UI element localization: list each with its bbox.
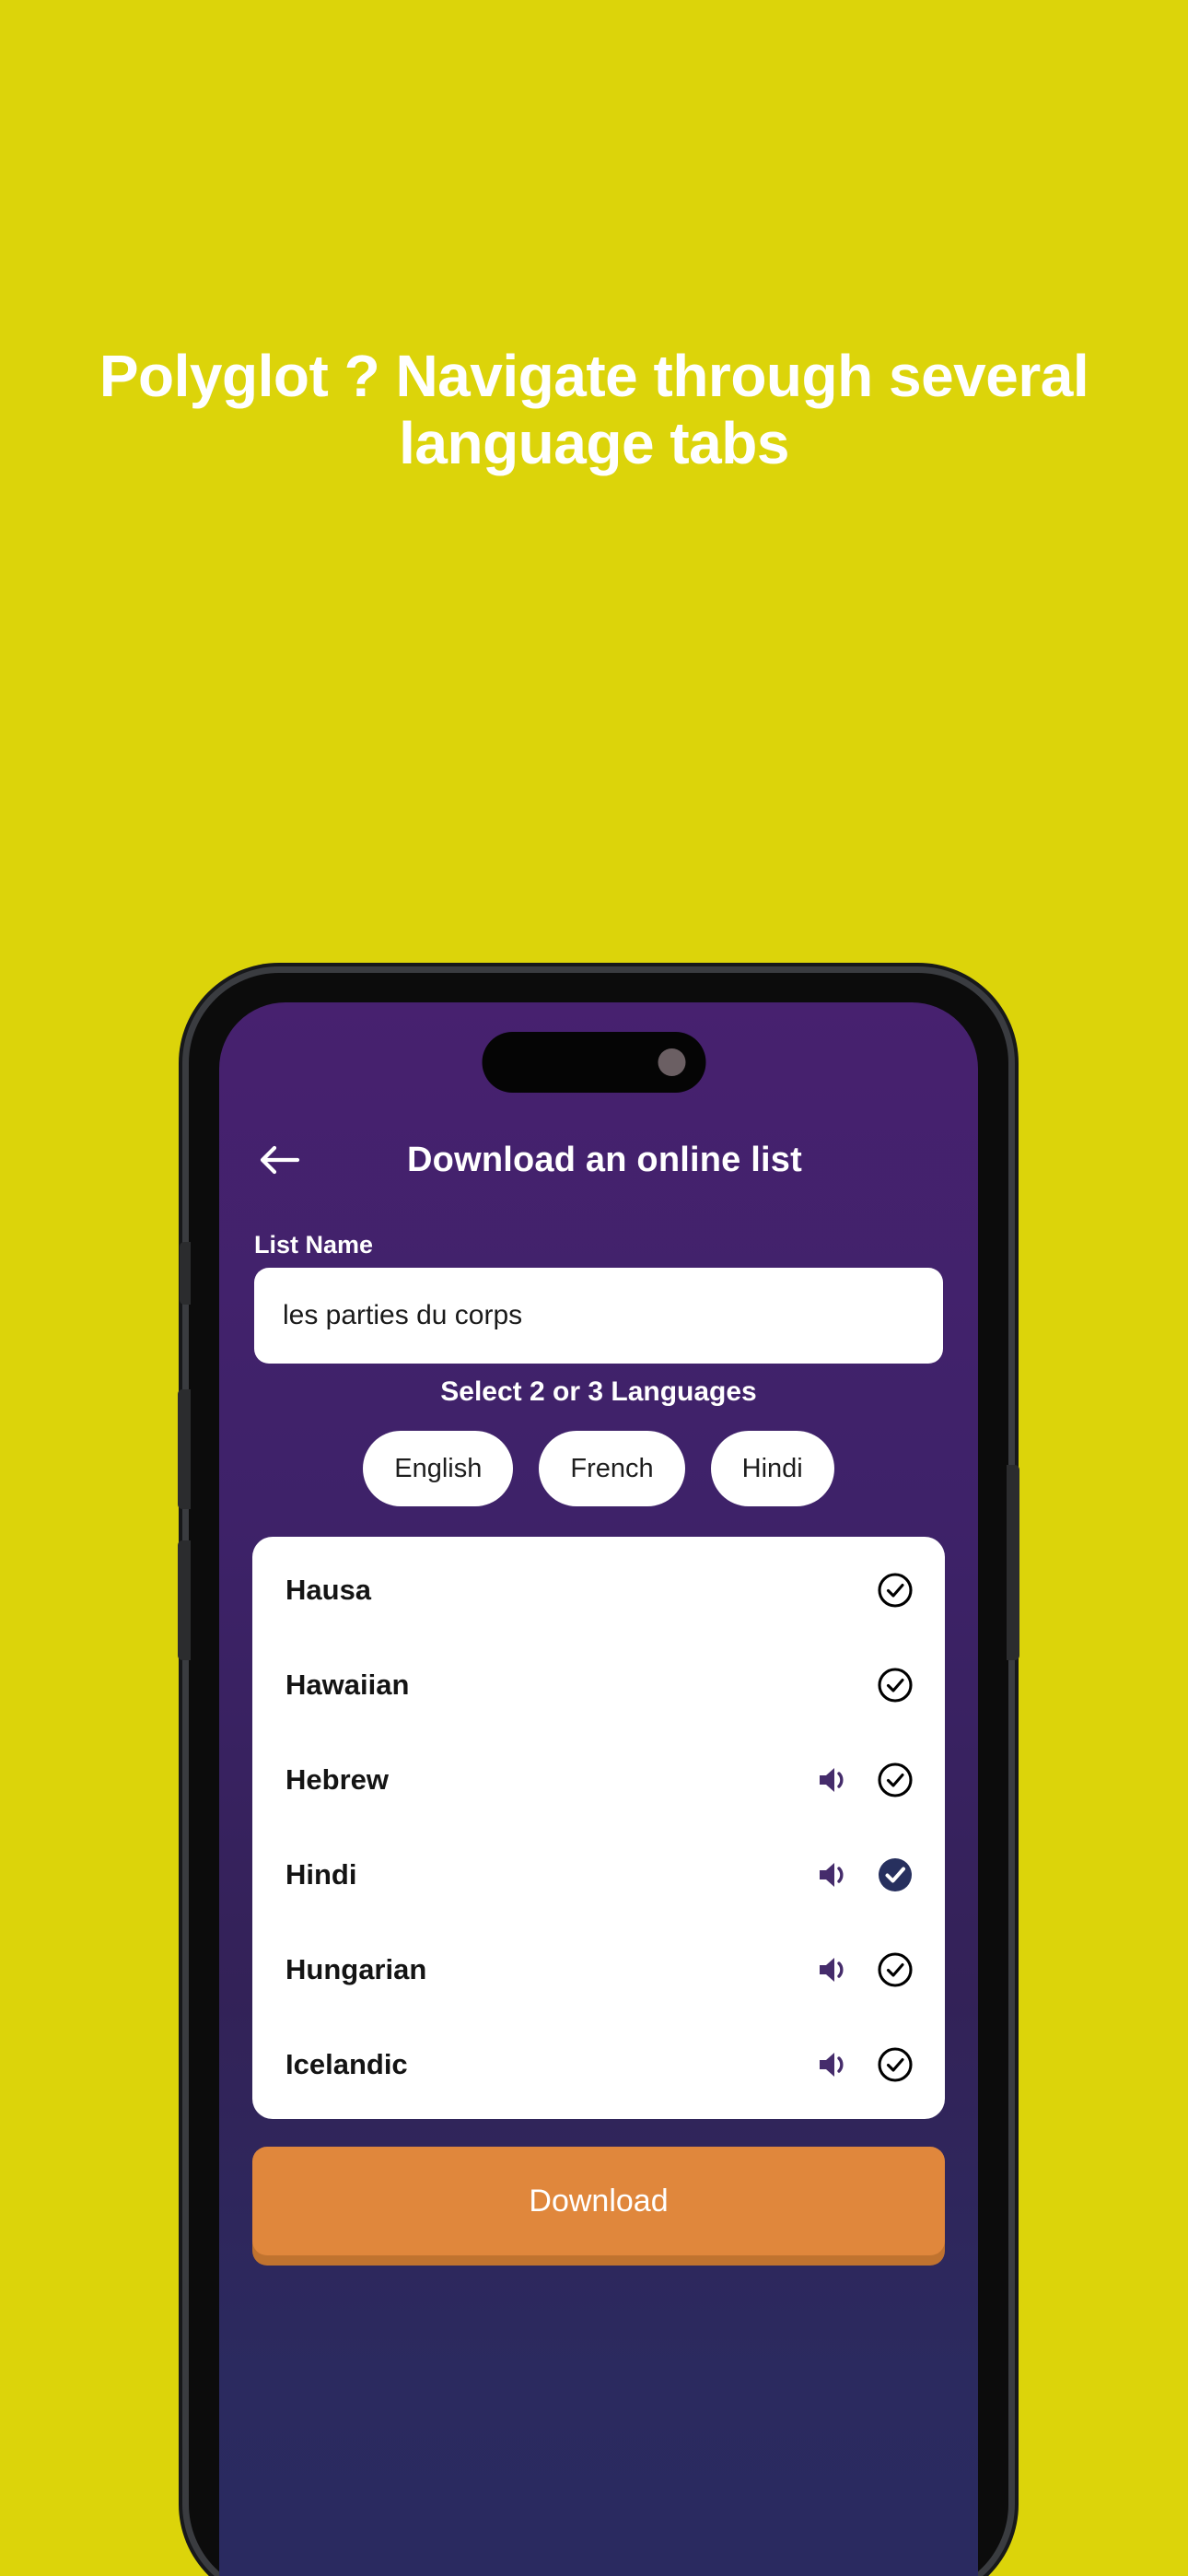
list-name-input[interactable]: les parties du corps: [254, 1268, 943, 1364]
language-row-hausa[interactable]: Hausa: [252, 1542, 945, 1637]
silent-switch-button[interactable]: [180, 1242, 191, 1305]
check-circle-filled-icon[interactable]: [873, 1853, 917, 1897]
list-name-label: List Name: [254, 1231, 374, 1259]
volume-up-button[interactable]: [178, 1389, 191, 1509]
language-list[interactable]: Hausa Hawaiian Hebrew Hindi Hungarian Ic…: [252, 1537, 945, 2119]
dynamic-island: [482, 1032, 706, 1093]
language-name: Hungarian: [285, 1952, 427, 1985]
language-name: Hebrew: [285, 1762, 389, 1796]
back-button[interactable]: [253, 1134, 305, 1186]
language-row-icelandic[interactable]: Icelandic: [252, 2017, 945, 2112]
language-row-hindi[interactable]: Hindi: [252, 1827, 945, 1922]
language-name: Hausa: [285, 1573, 372, 1606]
check-circle-outline-icon[interactable]: [873, 1663, 917, 1707]
power-button[interactable]: [1007, 1465, 1019, 1660]
check-circle-outline-icon[interactable]: [873, 1758, 917, 1802]
speaker-icon[interactable]: [812, 1948, 856, 1992]
app-bar: Download an online list: [219, 1120, 978, 1200]
language-chip-french[interactable]: French: [539, 1431, 685, 1506]
select-languages-heading: Select 2 or 3 Languages: [440, 1376, 757, 1407]
language-name: Icelandic: [285, 2047, 408, 2080]
download-button[interactable]: Download: [252, 2147, 945, 2255]
language-row-hebrew[interactable]: Hebrew: [252, 1732, 945, 1827]
speaker-icon[interactable]: [812, 2043, 856, 2087]
language-chip-english[interactable]: English: [363, 1431, 514, 1506]
speaker-icon[interactable]: [812, 1758, 856, 1802]
check-circle-outline-icon[interactable]: [873, 2043, 917, 2087]
selected-language-chips: English French Hindi: [219, 1431, 978, 1506]
language-chip-hindi[interactable]: Hindi: [710, 1431, 834, 1506]
check-circle-outline-icon[interactable]: [873, 1948, 917, 1992]
front-camera-icon: [658, 1048, 686, 1076]
language-row-hungarian[interactable]: Hungarian: [252, 1922, 945, 2017]
phone-frame: Download an online list List Name les pa…: [189, 973, 1008, 2576]
language-name: Hindi: [285, 1857, 357, 1891]
speaker-icon[interactable]: [812, 1853, 856, 1897]
volume-down-button[interactable]: [178, 1540, 191, 1660]
language-name: Hawaiian: [285, 1668, 410, 1701]
arrow-left-icon: [260, 1145, 300, 1175]
phone-screen: Download an online list List Name les pa…: [219, 1002, 978, 2576]
app-bar-title: Download an online list: [407, 1140, 802, 1179]
language-row-hawaiian[interactable]: Hawaiian: [252, 1637, 945, 1732]
check-circle-outline-icon[interactable]: [873, 1568, 917, 1612]
promo-headline: Polyglot ? Navigate through several lang…: [99, 343, 1089, 476]
